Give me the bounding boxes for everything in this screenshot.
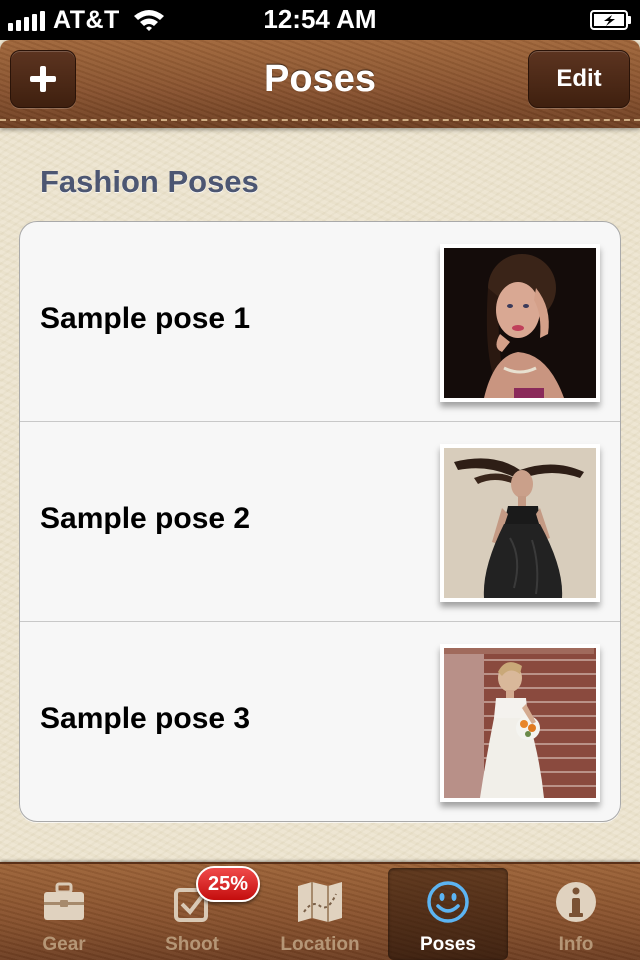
tab-label: Shoot <box>165 934 219 955</box>
pose-thumbnail-1 <box>440 244 600 402</box>
navigation-bar: Poses Edit <box>0 40 640 128</box>
smiley-icon <box>427 881 469 923</box>
pose-row-3[interactable]: Sample pose 3 <box>20 622 620 821</box>
pose-thumbnail-2 <box>440 444 600 602</box>
tab-info[interactable]: Info <box>516 868 636 960</box>
tab-shoot[interactable]: 25% Shoot <box>132 866 261 960</box>
pose-label: Sample pose 1 <box>40 302 251 335</box>
battery-charging-icon <box>590 10 631 30</box>
tab-poses[interactable]: Poses <box>388 868 508 960</box>
tab-label: Location <box>280 934 360 955</box>
status-bar: AT&T 12:54 AM <box>0 0 640 40</box>
portrait-photo <box>444 248 596 398</box>
progress-badge: 25% <box>196 866 261 902</box>
tab-label: Info <box>558 934 594 955</box>
tab-label: Gear <box>42 934 86 955</box>
pose-row-1[interactable]: Sample pose 1 <box>20 222 620 422</box>
edit-button[interactable]: Edit <box>528 50 630 108</box>
tab-bar: Gear 25% Shoot Location Poses Info <box>0 862 640 960</box>
pose-row-2[interactable]: Sample pose 2 <box>20 422 620 622</box>
map-icon <box>298 882 342 922</box>
stitch-divider <box>0 119 640 121</box>
pose-thumbnail-3 <box>440 644 600 802</box>
tab-label: Poses <box>420 934 476 955</box>
toolbox-icon <box>44 882 84 920</box>
status-time: 12:54 AM <box>263 4 377 34</box>
info-icon <box>556 882 596 922</box>
section-header: Fashion Poses <box>40 164 259 199</box>
pose-label: Sample pose 3 <box>40 702 251 735</box>
bride-photo <box>444 648 596 798</box>
tab-gear[interactable]: Gear <box>4 868 124 960</box>
tab-location[interactable]: Location <box>260 868 380 960</box>
pose-label: Sample pose 2 <box>40 502 251 535</box>
pose-list: Sample pose 1 Sample pose 2 Sample pose … <box>19 221 621 822</box>
dress-photo <box>444 448 596 598</box>
